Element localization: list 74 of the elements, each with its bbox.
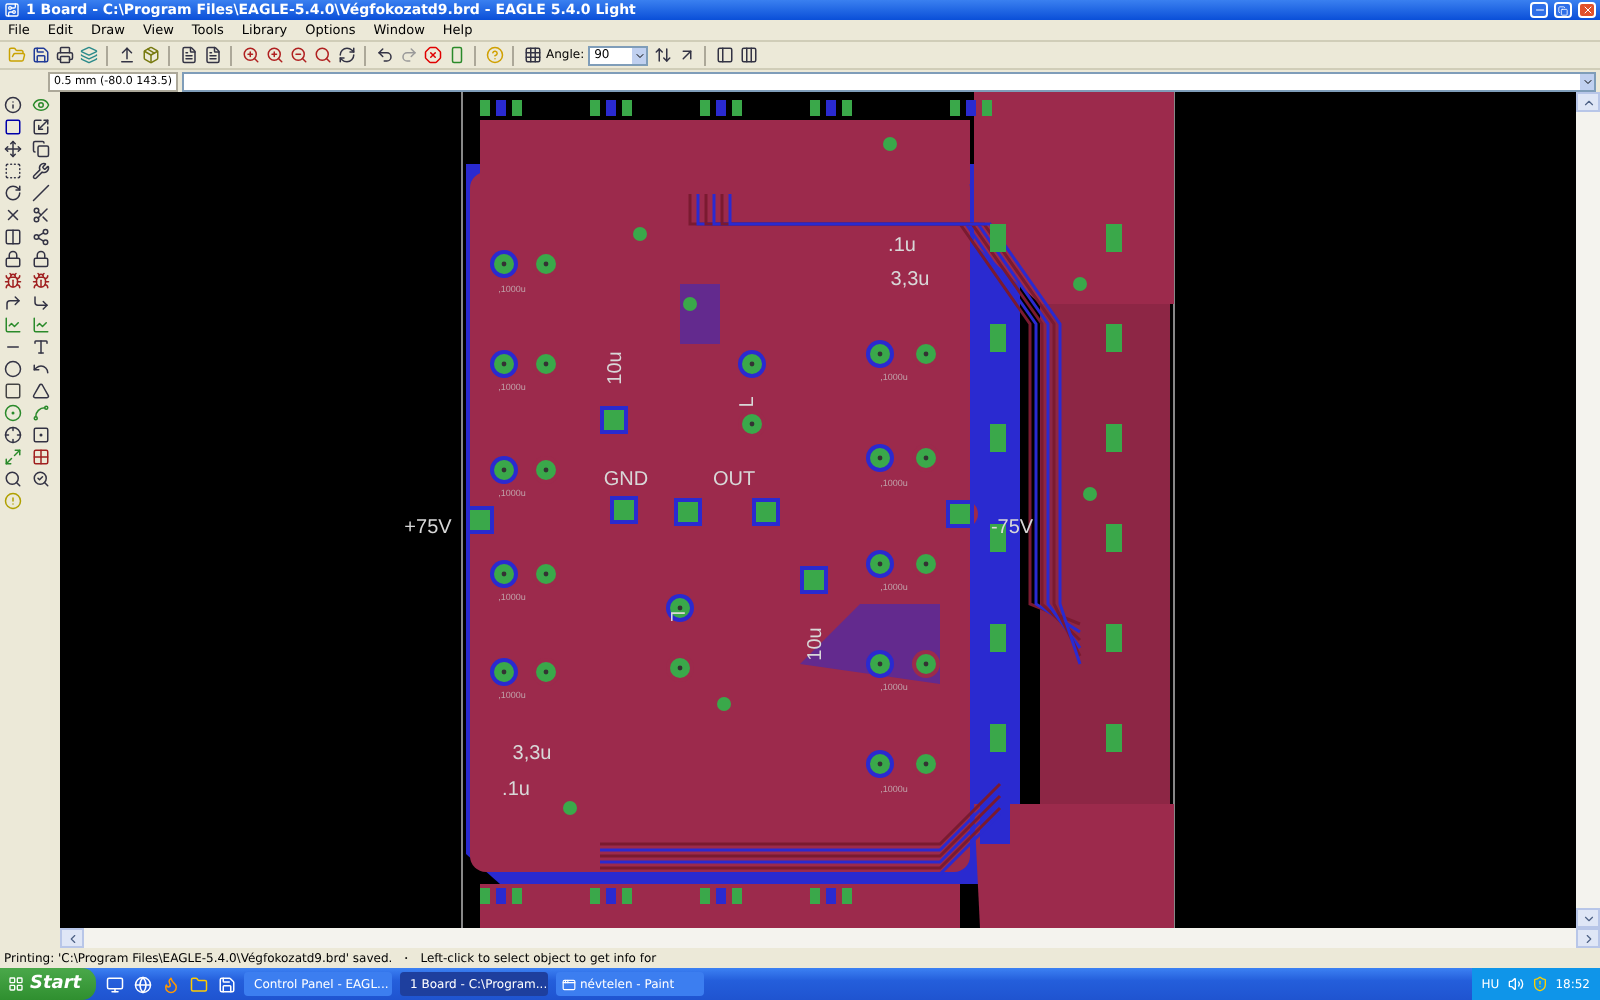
- via-icon[interactable]: [2, 402, 22, 422]
- zoom-icon[interactable]: [312, 45, 332, 65]
- circle-icon[interactable]: [2, 358, 22, 378]
- board-label: OUT: [712, 469, 756, 492]
- speaker-icon[interactable]: [1507, 976, 1524, 992]
- board-label: -75V: [990, 517, 1034, 540]
- split-icon[interactable]: [2, 226, 22, 246]
- wrench-icon[interactable]: [30, 160, 50, 180]
- board-label: L: [664, 610, 687, 622]
- document-icon[interactable]: [178, 45, 198, 65]
- zoom-in-icon[interactable]: [264, 45, 284, 65]
- board-label: L: [737, 396, 760, 408]
- windows-logo-icon: [8, 976, 24, 992]
- board-label: 3,3u: [512, 743, 552, 766]
- browser-icon[interactable]: [132, 974, 152, 994]
- document-icon[interactable]: [202, 45, 222, 65]
- board-label: 3,3u: [890, 269, 930, 292]
- panel-icon[interactable]: [714, 45, 735, 65]
- minimize-icon: [1533, 4, 1545, 16]
- minimize-button[interactable]: [1530, 2, 1548, 18]
- delete-icon[interactable]: [2, 204, 22, 224]
- caret-icon: [633, 49, 646, 61]
- corner-icon[interactable]: [2, 292, 22, 312]
- undo-icon[interactable]: [374, 45, 394, 65]
- board-label: 10u: [605, 351, 628, 385]
- check-icon[interactable]: [30, 468, 50, 488]
- board-label: +75V: [404, 517, 452, 540]
- restore-icon: [1558, 5, 1568, 15]
- cut-icon[interactable]: [30, 204, 50, 224]
- board-label: GND: [603, 469, 649, 492]
- caret-icon: [1581, 75, 1593, 87]
- redraw-icon[interactable]: [336, 45, 356, 65]
- text-icon[interactable]: [30, 336, 50, 356]
- group-icon[interactable]: [2, 160, 22, 180]
- rectangle-icon[interactable]: [2, 380, 22, 400]
- branch-icon[interactable]: [30, 226, 50, 246]
- board-label: .1u: [502, 779, 530, 802]
- printer-icon[interactable]: [54, 45, 74, 65]
- columns-icon[interactable]: [738, 45, 759, 65]
- zoom-in-icon[interactable]: [240, 45, 260, 65]
- window-icon: [562, 977, 576, 991]
- save-icon[interactable]: [30, 45, 50, 65]
- eye-icon[interactable]: [30, 94, 50, 114]
- move-icon[interactable]: [2, 138, 22, 158]
- copy-icon[interactable]: [30, 138, 50, 158]
- board-label: 10u: [805, 627, 828, 661]
- corner-icon[interactable]: [30, 292, 50, 312]
- polygon-icon[interactable]: [30, 380, 50, 400]
- grid-icon[interactable]: [522, 45, 542, 65]
- disk-icon[interactable]: [216, 974, 236, 994]
- app-icon: [4, 2, 20, 18]
- lock-icon[interactable]: [30, 248, 50, 268]
- vertical-scrollbar[interactable]: [1576, 92, 1600, 928]
- bug-icon[interactable]: [2, 270, 22, 290]
- package-icon[interactable]: [140, 45, 160, 65]
- lock-icon[interactable]: [2, 248, 22, 268]
- rotate-icon[interactable]: [2, 182, 22, 202]
- upload-icon[interactable]: [116, 45, 136, 65]
- bug-icon[interactable]: [30, 270, 50, 290]
- desktop-icon[interactable]: [104, 974, 124, 994]
- close-button[interactable]: [1578, 2, 1596, 18]
- zoom-out-icon[interactable]: [288, 45, 308, 65]
- info-icon[interactable]: [2, 94, 22, 114]
- horizontal-scrollbar[interactable]: [60, 928, 1600, 948]
- scale-icon[interactable]: [30, 116, 50, 136]
- folder-icon[interactable]: [188, 974, 208, 994]
- close-icon: [1581, 4, 1593, 16]
- inspect-icon[interactable]: [2, 468, 22, 488]
- hole-icon[interactable]: [2, 424, 22, 444]
- restore-button[interactable]: [1554, 2, 1572, 18]
- board-label: .1u: [888, 235, 916, 258]
- stop-icon[interactable]: [422, 45, 442, 65]
- line-icon[interactable]: [30, 182, 50, 202]
- command-input[interactable]: [181, 71, 1596, 91]
